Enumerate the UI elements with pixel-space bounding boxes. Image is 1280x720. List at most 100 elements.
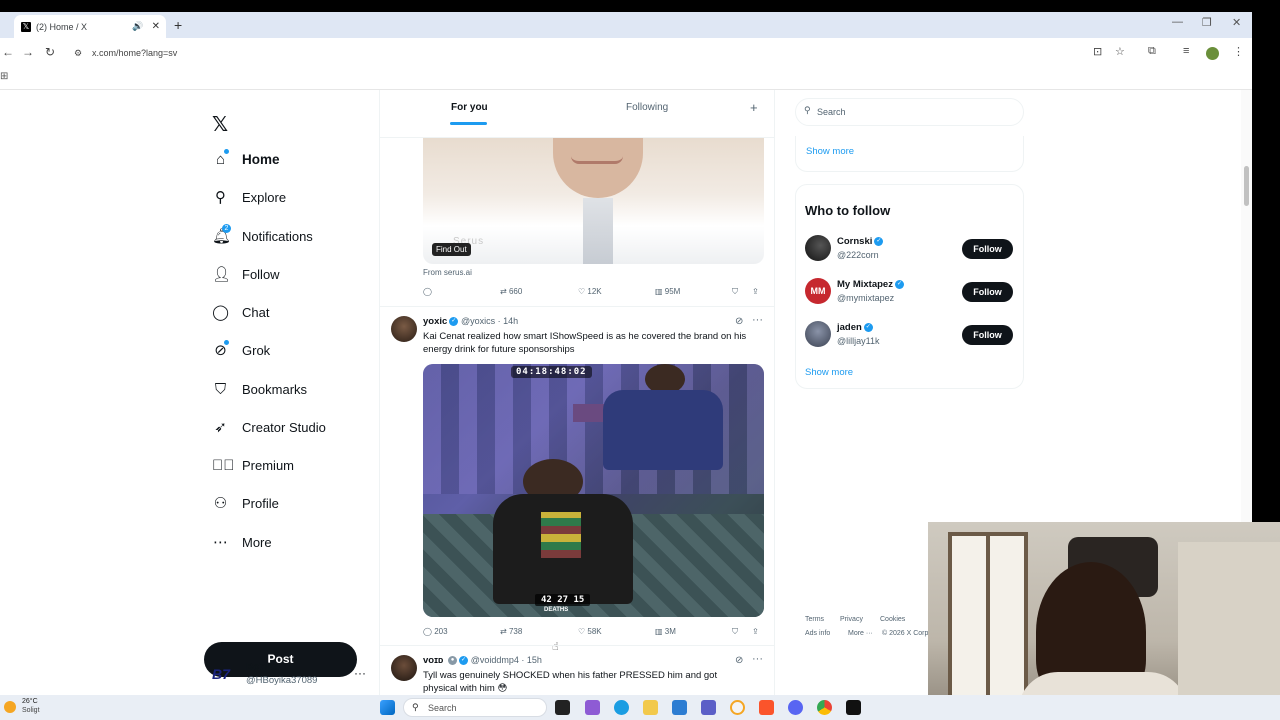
nav-explore[interactable]: ⚲ Explore	[212, 189, 286, 206]
reply-icon[interactable]: ◯	[423, 287, 432, 296]
footer-cookies[interactable]: Cookies	[880, 616, 905, 623]
suggestion-name[interactable]: Cornski ✓	[837, 236, 884, 247]
weather-temp[interactable]: 26°C	[22, 698, 38, 705]
site-info-icon[interactable]: ⚙	[74, 48, 82, 59]
tab-for-you[interactable]: For you	[451, 102, 488, 113]
views-button[interactable]: ▥ 3M	[655, 627, 676, 636]
speaker-icon[interactable]: 🔊	[132, 21, 143, 32]
post-avatar[interactable]	[391, 316, 417, 342]
close-tab-icon[interactable]: ✕	[152, 21, 160, 32]
views-button[interactable]: ▥ 95M	[655, 287, 680, 296]
close-window-icon[interactable]: ✕	[1232, 16, 1241, 29]
taskbar-search[interactable]: ⚲ Search	[403, 698, 547, 717]
store-icon[interactable]	[672, 700, 687, 715]
suggestion-handle[interactable]: @lilljay11k	[837, 336, 879, 346]
follow-button[interactable]: Follow	[962, 282, 1013, 302]
back-icon[interactable]: ←	[2, 45, 14, 59]
post-media[interactable]: 04:18:48:02 42 27 15 DEATHS	[423, 364, 764, 617]
nav-follow[interactable]: 👤︎ Follow	[212, 266, 280, 283]
follow-button[interactable]: Follow	[962, 325, 1013, 345]
show-more-link[interactable]: Show more	[805, 367, 853, 378]
grok-post-icon[interactable]: ⊘	[735, 316, 743, 327]
footer-more[interactable]: More ···	[848, 630, 873, 637]
brave-icon[interactable]	[759, 700, 774, 715]
bookmark-post-icon[interactable]: ⛉	[732, 627, 738, 637]
extensions-icon[interactable]: ⧉	[1148, 45, 1156, 58]
suggestion-avatar[interactable]	[805, 321, 831, 347]
share-icon[interactable]: ⇪	[752, 627, 759, 636]
retweet-button[interactable]: ⇄ 660	[500, 287, 522, 296]
find-out-badge[interactable]: Find Out	[432, 243, 471, 256]
search-box[interactable]: ⚲ Search	[795, 98, 1024, 126]
edge-icon[interactable]	[614, 700, 629, 715]
task-view-icon[interactable]	[555, 700, 570, 715]
chrome-icon[interactable]	[817, 700, 832, 715]
weather-text[interactable]: Soligt	[22, 707, 40, 714]
like-button[interactable]: ♡ 58K	[578, 627, 602, 636]
reload-icon[interactable]: ↻	[45, 45, 55, 59]
add-tab-icon[interactable]: +	[750, 100, 758, 115]
post-author-name[interactable]: yoxic	[423, 316, 447, 327]
teams-icon[interactable]	[701, 700, 716, 715]
follow-button[interactable]: Follow	[962, 239, 1013, 259]
star-icon[interactable]: ☆	[1115, 45, 1125, 58]
scrollbar-thumb[interactable]	[1244, 166, 1249, 206]
minimize-icon[interactable]: —	[1172, 16, 1183, 28]
app-icon[interactable]	[585, 700, 600, 715]
grok-post-icon[interactable]: ⊘	[735, 655, 743, 666]
nav-creator-studio[interactable]: ➶ Creator Studio	[212, 419, 326, 436]
nav-grok[interactable]: ⊘ Grok	[212, 340, 270, 359]
nav-chat[interactable]: ◯ Chat	[212, 304, 269, 321]
app-icon[interactable]	[846, 700, 861, 715]
tab-following[interactable]: Following	[626, 102, 668, 113]
post-time[interactable]: 14h	[503, 316, 518, 326]
footer-terms[interactable]: Terms	[805, 616, 824, 623]
like-button[interactable]: ♡ 12K	[578, 287, 602, 296]
post-time[interactable]: 15h	[527, 655, 542, 665]
post-more-icon[interactable]: ···	[752, 314, 763, 326]
footer-privacy[interactable]: Privacy	[840, 616, 863, 623]
ad-image[interactable]: Serus Find Out	[423, 138, 764, 264]
x-logo-icon[interactable]: 𝕏	[212, 112, 228, 137]
reply-button[interactable]: ◯ 203	[423, 627, 448, 636]
profile-avatar-icon[interactable]	[1206, 47, 1219, 60]
suggestion-handle[interactable]: @222corn	[837, 250, 879, 260]
url-field[interactable]: x.com/home?lang=sv	[92, 48, 177, 58]
suggestion-avatar[interactable]: MM	[805, 278, 831, 304]
discord-icon[interactable]	[788, 700, 803, 715]
show-more-link[interactable]: Show more	[806, 146, 854, 157]
apps-icon[interactable]: ⊞	[0, 71, 8, 82]
nav-premium[interactable]: ✓⃝ Premium	[212, 457, 294, 474]
menu-dots-icon[interactable]: ⋮	[1233, 45, 1244, 58]
browser-tab[interactable]: 𝕏 (2) Home / X 🔊 ✕	[14, 15, 166, 38]
post-more-icon[interactable]: ···	[752, 653, 763, 665]
nav-bookmarks[interactable]: ⛉ Bookmarks	[212, 381, 307, 398]
suggestion-name[interactable]: My Mixtapez ✓	[837, 279, 904, 290]
post-handle[interactable]: @yoxics	[461, 316, 495, 326]
post-avatar[interactable]	[391, 655, 417, 681]
suggestion-name[interactable]: jaden ✓	[837, 322, 873, 333]
retweet-button[interactable]: ⇄ 738	[500, 627, 522, 636]
new-tab-button[interactable]: +	[174, 17, 182, 33]
ad-source[interactable]: From serus.ai	[423, 268, 472, 277]
restore-icon[interactable]: ❐	[1202, 16, 1212, 29]
nav-notifications[interactable]: 🔔︎ 2 Notifications	[212, 224, 313, 245]
bookmark-post-icon[interactable]: ⛉	[732, 287, 738, 297]
suggestion-avatar[interactable]	[805, 235, 831, 261]
nav-home[interactable]: ⌂ Home	[212, 149, 280, 168]
media-icon[interactable]: ≡	[1183, 45, 1189, 57]
file-explorer-icon[interactable]	[643, 700, 658, 715]
nav-more[interactable]: ⋯ More	[212, 534, 272, 551]
footer-ads-info[interactable]: Ads info	[805, 630, 830, 637]
post-author-name[interactable]: ᴠᴏɪᴅ	[423, 655, 443, 666]
nav-profile[interactable]: ⚇ Profile	[212, 495, 279, 512]
windows-start-icon[interactable]	[380, 700, 395, 715]
account-switcher[interactable]: B7 Bo7ika @HBoyika37089 ···	[212, 662, 372, 692]
app-icon[interactable]	[730, 700, 745, 715]
forward-icon[interactable]: →	[22, 45, 34, 59]
post-handle[interactable]: @voiddmp4	[471, 655, 519, 665]
suggestion-handle[interactable]: @mymixtapez	[837, 293, 894, 303]
share-icon[interactable]: ⇪	[752, 287, 759, 296]
install-icon[interactable]: ⊡	[1093, 45, 1102, 58]
account-more-icon[interactable]: ···	[354, 666, 366, 680]
